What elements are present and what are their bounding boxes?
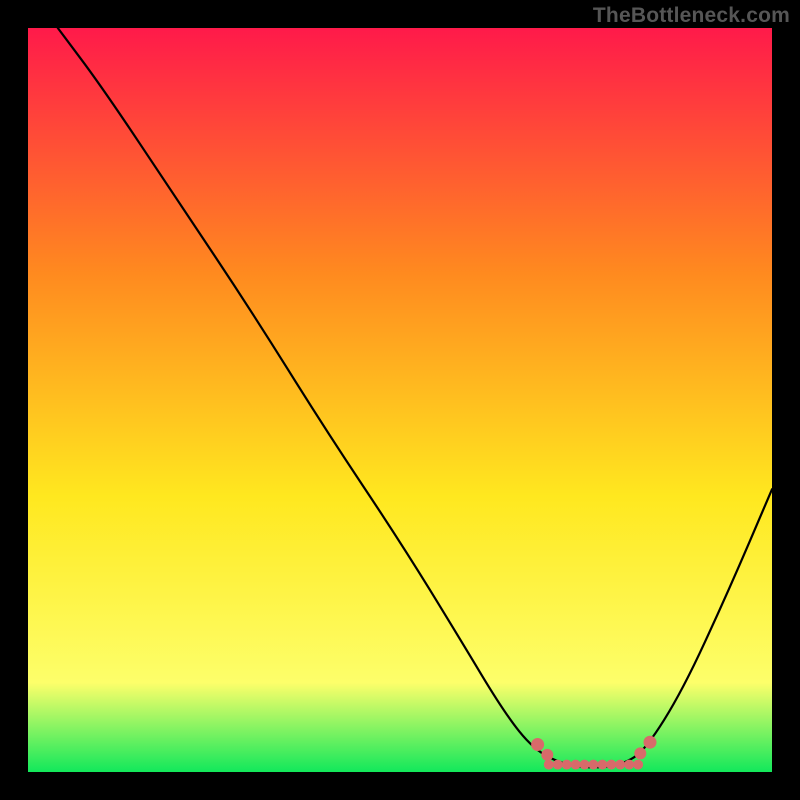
marker-dot <box>544 760 554 770</box>
marker-dot <box>562 760 572 770</box>
watermark-text: TheBottleneck.com <box>593 4 790 28</box>
marker-dot <box>644 736 657 749</box>
marker-dot <box>633 760 643 770</box>
plot-area <box>28 28 772 772</box>
marker-dot <box>634 747 646 759</box>
marker-dot <box>588 760 598 770</box>
marker-dot <box>571 760 581 770</box>
marker-dot <box>597 760 607 770</box>
chart-svg <box>28 28 772 772</box>
marker-dot <box>531 738 544 751</box>
marker-dot <box>541 749 553 761</box>
marker-dot <box>553 760 563 770</box>
chart-container: TheBottleneck.com <box>0 0 800 800</box>
marker-dot <box>615 760 625 770</box>
gradient-background <box>28 28 772 772</box>
marker-dot <box>606 760 616 770</box>
marker-dot <box>624 760 634 770</box>
marker-dot <box>580 760 590 770</box>
